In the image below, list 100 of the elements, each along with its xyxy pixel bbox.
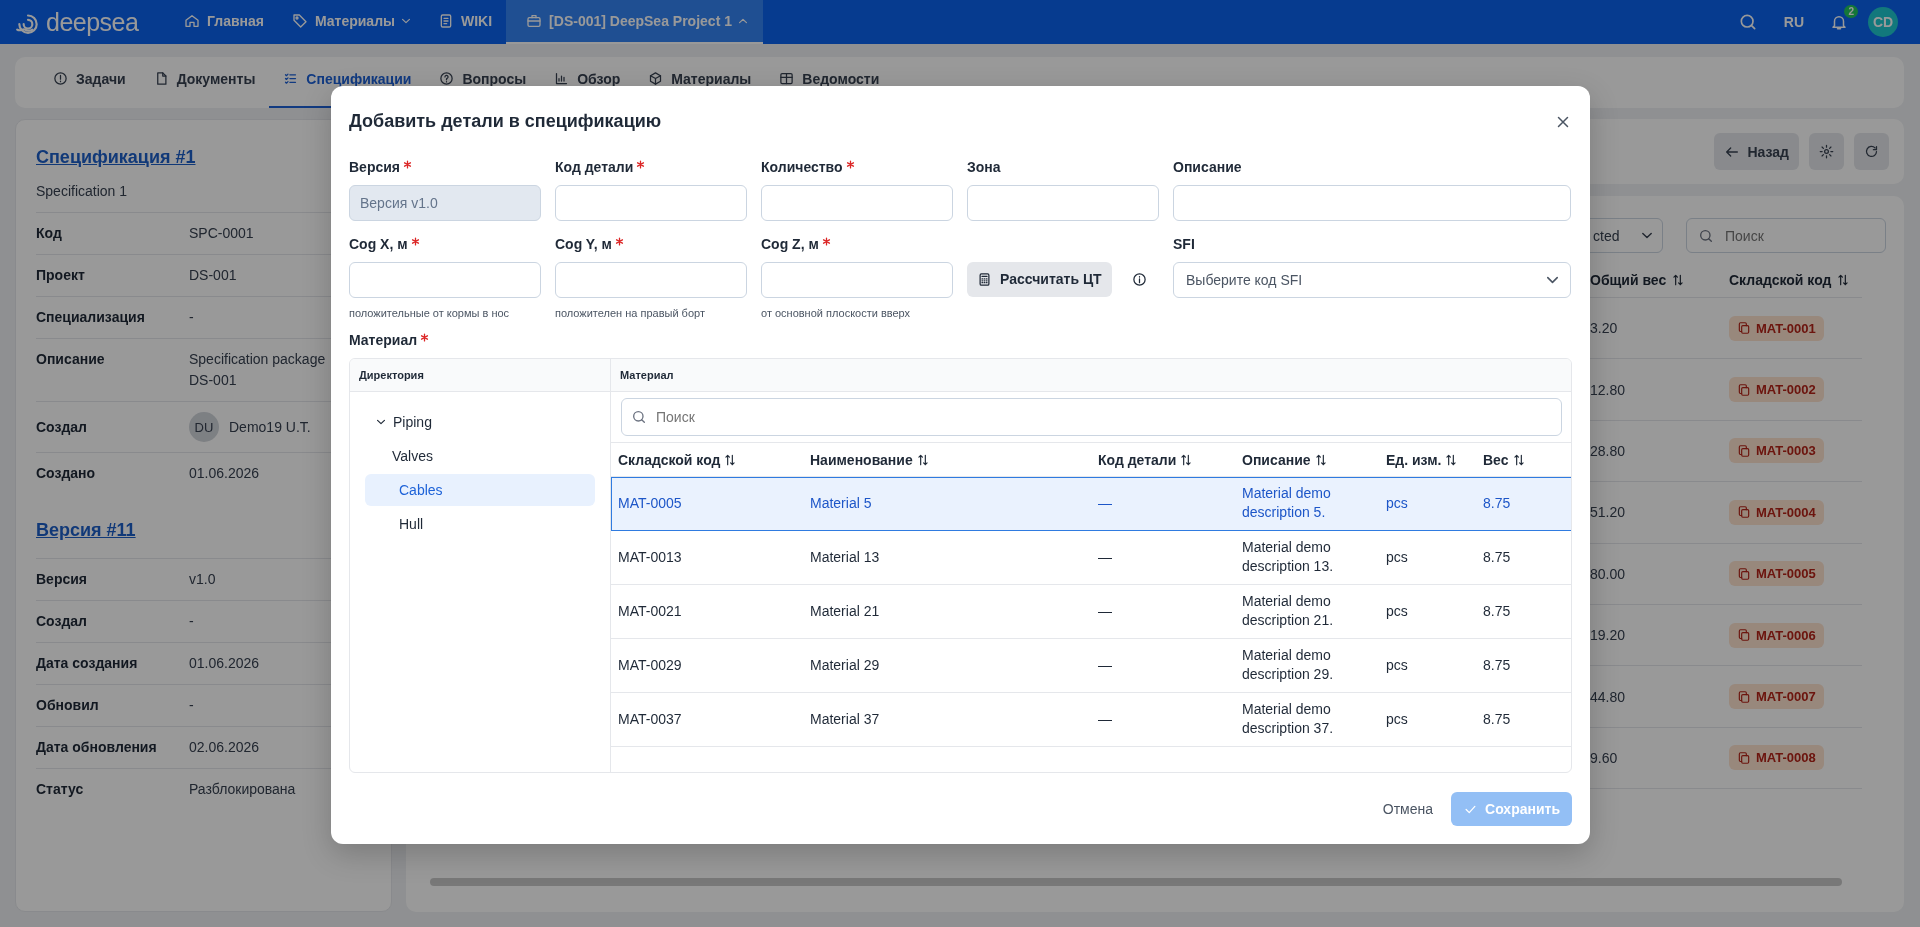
table-cell-text: —: [1097, 601, 1113, 621]
sort-icon: [1313, 452, 1328, 467]
bell-icon[interactable]: [1830, 13, 1848, 31]
field-value: 02.06.2026: [189, 738, 260, 757]
text-field[interactable]: [761, 184, 953, 221]
tag-icon: [291, 13, 308, 29]
panel-header: Директория: [350, 358, 611, 392]
alert-icon: [53, 71, 68, 86]
column-header[interactable]: Ед. изм.: [1379, 442, 1476, 477]
field-value: v1.0: [189, 570, 216, 589]
field-label: Cog Y, м: [555, 234, 612, 253]
scrollbar[interactable]: [430, 878, 1842, 886]
box-icon: [648, 71, 664, 86]
tree-item[interactable]: Cables: [365, 473, 595, 506]
search-field[interactable]: Поиск: [621, 397, 1562, 436]
table-cell-text: Material demo description 29.: [1241, 646, 1335, 685]
section-link[interactable]: Версия #11: [36, 516, 136, 544]
table-cell-text: 12.80: [1589, 380, 1627, 400]
table-cell-text: Material demo description 5.: [1241, 484, 1332, 523]
nav-item[interactable]: [DS-001] DeepSea Project 1: [506, 0, 763, 44]
settings-button[interactable]: [1809, 133, 1844, 170]
table-cell-text: pcs: [1385, 655, 1409, 675]
table-cell-text: 44.80: [1589, 687, 1627, 707]
text-field[interactable]: [967, 184, 1159, 221]
language-button[interactable]: RU: [1777, 13, 1810, 31]
table-cell-text: MAT-0013: [617, 547, 683, 567]
table-cell-text: pcs: [1385, 493, 1409, 513]
tree-item[interactable]: Hull: [365, 507, 595, 540]
table-cell-text: 8.75: [1482, 655, 1512, 675]
table-cell-text: 9.60: [1589, 748, 1619, 768]
user-avatar: DU: [189, 412, 219, 442]
copy-code-button[interactable]: MAT-0006: [1729, 622, 1824, 648]
table-cell-text: Material demo description 13.: [1241, 538, 1335, 577]
table-row[interactable]: MAT-0013 Material 13 — Material demo description 13. pcs 8.75: [611, 530, 1571, 585]
back-button[interactable]: Назад: [1714, 133, 1799, 170]
notification-badge: 2: [1844, 5, 1858, 18]
field-hint: положителен на правый борт: [555, 305, 706, 320]
field-label: Создал: [36, 417, 88, 437]
cancel-button[interactable]: Отмена: [1382, 797, 1434, 821]
calculate-button[interactable]: Рассчитать ЦТ: [967, 261, 1112, 297]
table-row[interactable]: MAT-0005 Material 5 — Material demo description 5. pcs 8.75: [611, 476, 1571, 531]
table-row[interactable]: MAT-0037 Material 37 — Material demo description 37. pcs 8.75: [611, 692, 1571, 747]
copy-code-button[interactable]: MAT-0005: [1729, 561, 1824, 587]
table-cell-text: Material demo description 37.: [1241, 700, 1335, 739]
copy-code-button[interactable]: MAT-0003: [1729, 438, 1824, 464]
sfi-select[interactable]: Выберите код SFI: [1173, 261, 1571, 298]
text-field[interactable]: [1173, 184, 1571, 221]
copy-code-button[interactable]: MAT-0001: [1729, 315, 1824, 341]
table-row[interactable]: MAT-0029 Material 29 — Material demo description 29. pcs 8.75: [611, 638, 1571, 693]
text-field[interactable]: [761, 261, 953, 298]
column-header[interactable]: Описание: [1235, 442, 1379, 477]
home-icon: [184, 13, 200, 29]
copy-code-button[interactable]: MAT-0008: [1729, 745, 1824, 771]
table-cell-text: 3.20: [1589, 319, 1619, 339]
text-field[interactable]: [555, 261, 747, 298]
column-header[interactable]: Складской код: [611, 442, 803, 477]
text-field[interactable]: [555, 184, 747, 221]
tree-item[interactable]: Valves: [365, 439, 595, 472]
search-field[interactable]: Поиск: [1686, 218, 1886, 253]
column-header[interactable]: Код детали: [1091, 442, 1235, 477]
table-cell-text: —: [1097, 655, 1113, 675]
table-row[interactable]: MAT-0021 Material 21 — Material demo description 21. pcs 8.75: [611, 584, 1571, 639]
table-cell-text: Material 21: [809, 601, 881, 621]
table-cell-text: Material 13: [809, 547, 881, 567]
table-cell-text: 8.75: [1482, 493, 1512, 513]
table-cell-text: MAT-0029: [617, 655, 683, 675]
tab[interactable]: Задачи: [39, 57, 140, 108]
field-value: SPC-0001: [189, 224, 254, 243]
column-header[interactable]: Вес: [1476, 442, 1571, 477]
tab[interactable]: Документы: [139, 57, 270, 108]
checklist-icon: [283, 71, 299, 86]
table-cell-text: Material 5: [809, 493, 873, 513]
search-icon: [1698, 228, 1714, 244]
copy-code-button[interactable]: MAT-0007: [1729, 684, 1824, 710]
field-label: Статус: [36, 780, 85, 799]
section-link[interactable]: Спецификация #1: [36, 143, 196, 171]
refresh-icon: [1864, 144, 1879, 159]
table-cell-text: 8.75: [1482, 709, 1512, 729]
field-label: Проект: [36, 266, 86, 285]
text-field[interactable]: [349, 261, 541, 298]
chevron-down-icon: [1642, 232, 1652, 239]
help-icon: [439, 71, 455, 86]
refresh-button[interactable]: [1854, 133, 1889, 170]
panel-header: Материал: [611, 358, 1571, 392]
copy-code-button[interactable]: MAT-0004: [1729, 499, 1824, 525]
field-label: Код: [36, 224, 63, 243]
tree-item[interactable]: Piping: [365, 405, 595, 438]
nav-item[interactable]: Главная: [170, 0, 278, 44]
copy-icon: [1737, 321, 1751, 336]
nav-item[interactable]: Материалы: [277, 0, 424, 44]
briefcase-icon: [526, 13, 543, 29]
column-header[interactable]: Складской код: [1722, 262, 1862, 297]
search-icon: [631, 408, 647, 425]
sort-icon: [915, 452, 930, 467]
copy-code-button[interactable]: MAT-0002: [1729, 377, 1824, 403]
table-cell-text: —: [1097, 709, 1113, 729]
field-label: SFI: [1173, 234, 1195, 253]
field-label: Материал: [349, 330, 418, 349]
field-value: -: [189, 612, 194, 631]
column-header[interactable]: Наименование: [803, 442, 1091, 477]
